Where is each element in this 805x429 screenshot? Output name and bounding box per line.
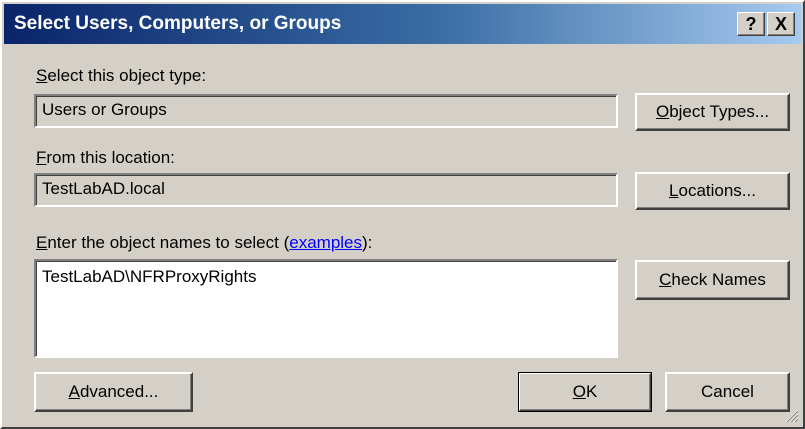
locations-button[interactable]: Locations... <box>635 172 790 210</box>
examples-link[interactable]: examples <box>289 233 362 252</box>
object-types-button[interactable]: Object Types... <box>635 93 790 131</box>
select-users-dialog: Select Users, Computers, or Groups ? X S… <box>0 0 805 429</box>
ok-button[interactable]: OK <box>518 372 652 412</box>
check-names-button[interactable]: Check Names <box>635 260 790 300</box>
object-names-input[interactable]: TestLabAD\NFRProxyRights <box>34 259 618 358</box>
object-type-field: Users or Groups <box>34 94 618 128</box>
object-names-value: TestLabAD\NFRProxyRights <box>42 267 257 286</box>
help-icon: ? <box>745 14 757 34</box>
object-type-value: Users or Groups <box>42 100 167 119</box>
object-type-label: Select this object type: <box>36 66 207 85</box>
close-button[interactable]: X <box>767 12 795 36</box>
object-names-label: Enter the object names to select (exampl… <box>36 233 373 252</box>
close-icon: X <box>774 14 787 34</box>
location-value: TestLabAD.local <box>42 179 165 198</box>
help-button[interactable]: ? <box>737 12 765 36</box>
dialog-title: Select Users, Computers, or Groups <box>14 13 342 34</box>
cancel-button[interactable]: Cancel <box>665 372 790 412</box>
location-label: From this location: <box>36 148 175 167</box>
location-field: TestLabAD.local <box>34 173 618 207</box>
title-bar[interactable]: Select Users, Computers, or Groups ? X <box>4 4 801 44</box>
advanced-button[interactable]: Advanced... <box>34 372 193 412</box>
resize-grip-icon[interactable] <box>783 407 799 423</box>
